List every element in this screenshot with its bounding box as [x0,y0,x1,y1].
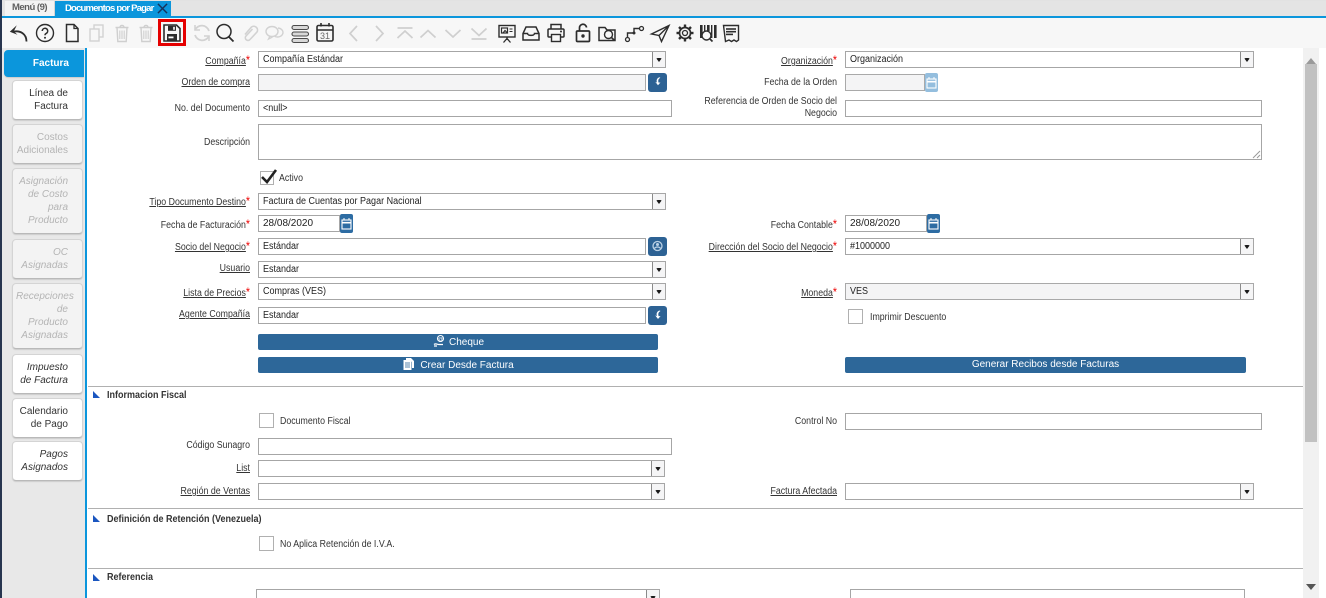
svg-text:31: 31 [320,31,330,41]
svg-text:@: @ [438,337,444,343]
